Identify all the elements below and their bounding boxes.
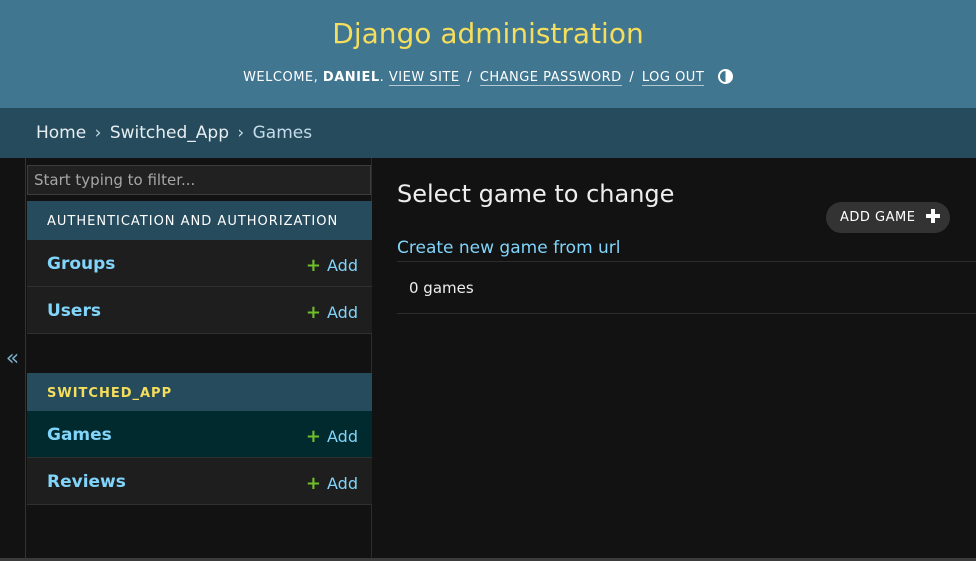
- create-game-from-url-link[interactable]: Create new game from url: [397, 238, 621, 258]
- module-caption-switched-app[interactable]: SWITCHED_APP: [27, 373, 372, 412]
- plus-icon: [926, 209, 940, 223]
- plus-icon: +: [305, 473, 322, 494]
- breadcrumb-separator: ›: [237, 123, 245, 143]
- header: Django administration WELCOME, DANIEL. V…: [0, 0, 976, 108]
- add-game-button[interactable]: ADD GAME: [826, 202, 950, 233]
- breadcrumb-current: Games: [252, 123, 313, 143]
- model-link-reviews[interactable]: Reviews: [47, 472, 126, 492]
- sidebar-item-games[interactable]: Games + Add: [27, 411, 372, 458]
- plus-icon: +: [305, 426, 322, 447]
- add-label: Add: [327, 256, 358, 275]
- sidebar-toggle-button[interactable]: «: [0, 158, 26, 561]
- sidebar-item-groups[interactable]: Groups + Add: [27, 240, 372, 287]
- add-reviews-link[interactable]: + Add: [306, 473, 358, 494]
- log-out-link[interactable]: LOG OUT: [641, 70, 705, 86]
- add-groups-link[interactable]: + Add: [306, 255, 358, 276]
- change-password-link[interactable]: CHANGE PASSWORD: [479, 70, 622, 86]
- theme-toggle-icon[interactable]: [717, 69, 733, 84]
- username: DANIEL: [322, 70, 380, 85]
- add-label: Add: [327, 474, 358, 493]
- breadcrumb-app[interactable]: Switched_App: [110, 123, 229, 143]
- plus-icon: +: [305, 255, 322, 276]
- module-caption-auth[interactable]: AUTHENTICATION AND AUTHORIZATION: [27, 201, 372, 240]
- result-count: 0 games: [409, 279, 474, 297]
- breadcrumb-home[interactable]: Home: [36, 123, 86, 143]
- view-site-link[interactable]: VIEW SITE: [388, 70, 460, 86]
- sidebar-item-users[interactable]: Users + Add: [27, 287, 372, 334]
- breadcrumb: Home › Switched_App › Games: [0, 108, 976, 158]
- add-users-link[interactable]: + Add: [306, 302, 358, 323]
- welcome-text: WELCOME,: [243, 70, 319, 85]
- add-game-label: ADD GAME: [840, 210, 916, 225]
- user-tools: WELCOME, DANIEL. VIEW SITE / CHANGE PASS…: [0, 69, 976, 86]
- nav-sidebar: AUTHENTICATION AND AUTHORIZATION Groups …: [26, 158, 372, 561]
- add-label: Add: [327, 427, 358, 446]
- model-link-users[interactable]: Users: [47, 301, 101, 321]
- add-label: Add: [327, 303, 358, 322]
- double-chevron-left-icon: «: [5, 346, 20, 371]
- model-link-games[interactable]: Games: [47, 425, 112, 445]
- nav-filter-input[interactable]: [27, 165, 371, 195]
- add-games-link[interactable]: + Add: [306, 426, 358, 447]
- separator: /: [629, 70, 635, 85]
- page-title: Select game to change: [397, 180, 675, 208]
- model-link-groups[interactable]: Groups: [47, 254, 115, 274]
- separator: /: [467, 70, 473, 85]
- site-name[interactable]: Django administration: [0, 17, 976, 50]
- result-list: 0 games: [397, 261, 976, 314]
- plus-icon: +: [305, 302, 322, 323]
- sidebar-item-reviews[interactable]: Reviews + Add: [27, 458, 372, 505]
- breadcrumb-separator: ›: [94, 123, 102, 143]
